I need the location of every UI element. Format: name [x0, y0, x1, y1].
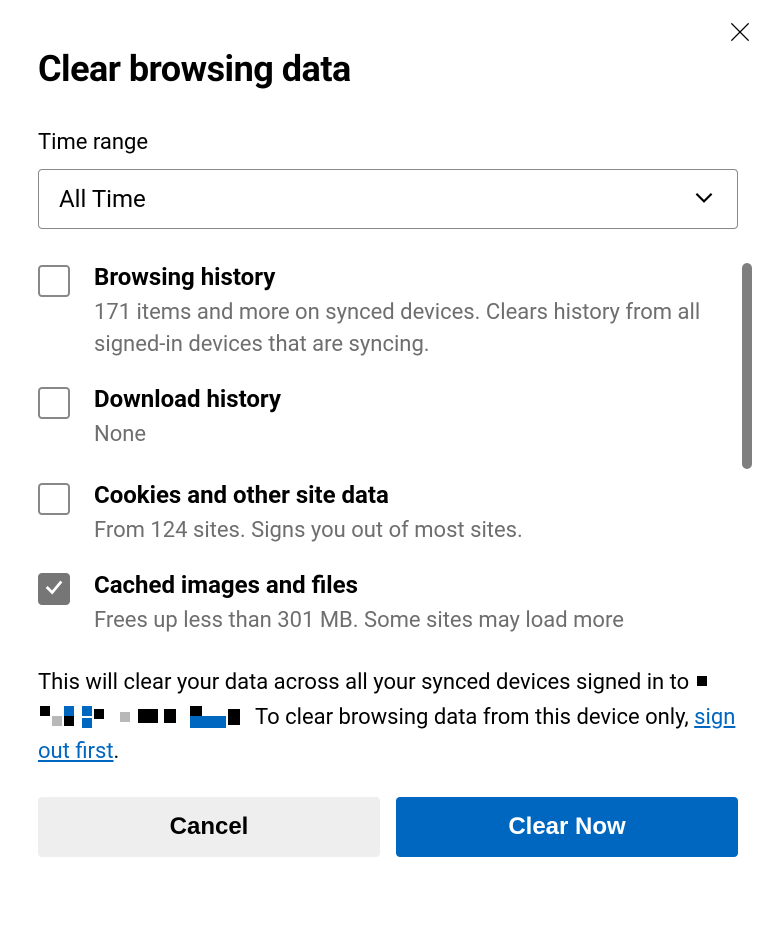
scrollbar-thumb[interactable] [742, 263, 752, 469]
time-range-value: All Time [59, 185, 146, 213]
option-title: Cached images and files [94, 571, 718, 599]
checkbox-cookies[interactable] [38, 483, 70, 515]
button-row: Cancel Clear Now [38, 797, 738, 857]
close-button[interactable] [724, 18, 756, 50]
redacted-segment [40, 705, 112, 727]
options-list: Browsing history 171 items and more on s… [38, 263, 738, 636]
checkbox-download-history[interactable] [38, 387, 70, 419]
chevron-down-icon [691, 184, 717, 214]
option-cookies: Cookies and other site data From 124 sit… [38, 481, 718, 547]
clear-now-button[interactable]: Clear Now [396, 797, 738, 857]
option-desc: None [94, 419, 718, 451]
option-title: Cookies and other site data [94, 481, 718, 509]
option-title: Download history [94, 385, 718, 413]
dialog-title: Clear browsing data [38, 48, 738, 90]
footer-period: . [114, 739, 120, 764]
checkbox-cached[interactable] [38, 573, 70, 605]
check-icon [43, 576, 65, 602]
option-download-history: Download history None [38, 385, 718, 451]
option-desc: 171 items and more on synced devices. Cl… [94, 297, 718, 361]
footer-prefix: This will clear your data across all you… [38, 670, 695, 695]
redacted-segment [138, 705, 186, 727]
option-desc: From 124 sites. Signs you out of most si… [94, 515, 718, 547]
cancel-button[interactable]: Cancel [38, 797, 380, 857]
time-range-select[interactable]: All Time [38, 169, 738, 229]
option-browsing-history: Browsing history 171 items and more on s… [38, 263, 718, 361]
close-icon [727, 19, 753, 49]
option-cached: Cached images and files Frees up less th… [38, 571, 718, 637]
redacted-segment [190, 705, 248, 727]
redacted-segment [116, 705, 134, 727]
checkbox-browsing-history[interactable] [38, 265, 70, 297]
time-range-label: Time range [38, 130, 738, 155]
footer-text: This will clear your data across all you… [38, 666, 738, 768]
option-title: Browsing history [94, 263, 718, 291]
option-desc: Frees up less than 301 MB. Some sites ma… [94, 605, 718, 637]
footer-after: To clear browsing data from this device … [250, 705, 694, 730]
redacted-segment [697, 670, 715, 692]
